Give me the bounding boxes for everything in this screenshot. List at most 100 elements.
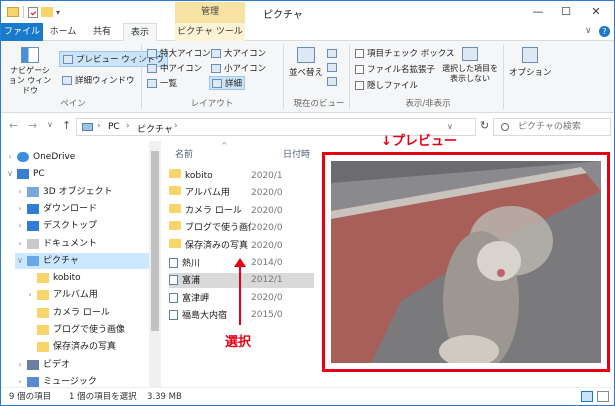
options-button[interactable]: オプション — [509, 47, 552, 78]
folder-row[interactable]: アルバム用 2020/0 — [169, 186, 314, 201]
nav-item[interactable]: ∨ PC — [5, 166, 45, 182]
column-header-name[interactable]: 名前 — [175, 147, 193, 160]
nav-item[interactable]: kobito — [25, 270, 81, 286]
preview-annotation: ↓プレビュー — [381, 134, 457, 149]
file-row[interactable]: 富浦 2012/1 — [169, 273, 314, 289]
add-columns-icon[interactable] — [327, 63, 337, 72]
folder-icon — [169, 221, 181, 231]
hide-selected-icon — [462, 47, 478, 61]
nav-item[interactable]: › ビデオ — [15, 357, 70, 373]
hidden-files-label: 隠しファイル — [367, 81, 419, 91]
large-icons-button[interactable]: 大アイコン — [211, 47, 266, 59]
list-view-button[interactable]: 一覧 — [147, 77, 177, 89]
new-folder-icon[interactable] — [41, 7, 53, 17]
up-button[interactable]: ↑ — [62, 119, 71, 132]
status-bar: 9 個の項目 1 個の項目を選択 3.39 MB — [1, 387, 614, 405]
expand-icon[interactable]: ∨ — [5, 166, 15, 182]
breadcrumb-pictures[interactable]: ピクチャ — [137, 122, 173, 135]
expand-icon[interactable]: › — [15, 236, 25, 252]
search-input[interactable]: ピクチャの検索 — [493, 118, 611, 136]
nav-item[interactable]: › OneDrive — [5, 149, 75, 165]
nav-item[interactable]: 保存済みの写真 — [25, 339, 116, 355]
forward-button[interactable]: → — [28, 119, 37, 132]
expand-icon[interactable]: › — [15, 184, 25, 200]
hidden-files-toggle[interactable]: 隠しファイル — [355, 79, 418, 91]
nav-scrollbar-thumb[interactable] — [151, 151, 159, 331]
maximize-button[interactable]: ☐ — [557, 5, 575, 19]
qat-dropdown-icon[interactable]: ▾ — [56, 8, 60, 17]
tab-view[interactable]: 表示 — [123, 23, 157, 42]
file-name-cell: kobito — [169, 169, 251, 184]
refresh-button[interactable]: ↻ — [480, 119, 489, 132]
size-columns-icon[interactable] — [327, 77, 337, 86]
nav-item[interactable]: ブログで使う画像 — [25, 322, 125, 338]
group-by-icon[interactable] — [327, 49, 337, 58]
nav-item[interactable]: › アルバム用 — [25, 287, 98, 303]
medium-icons-button[interactable]: 中アイコン — [147, 62, 202, 74]
expand-icon[interactable]: › — [25, 287, 35, 303]
details-pane-label: 詳細ウィンドウ — [75, 76, 135, 86]
file-row[interactable]: 福島大内宿 2015/0 — [169, 308, 314, 323]
help-icon[interactable]: ? — [599, 26, 610, 37]
details-view-label: 詳細 — [225, 79, 243, 89]
breadcrumb-pc[interactable]: PC — [108, 122, 120, 132]
small-icons-icon — [211, 63, 221, 73]
sort-button[interactable]: 並べ替え — [289, 47, 323, 78]
small-icons-button[interactable]: 小アイコン — [211, 62, 266, 74]
expand-icon[interactable]: › — [15, 357, 25, 373]
select-arrow-head — [234, 258, 246, 267]
tab-file[interactable]: ファイル — [1, 23, 43, 41]
expand-icon[interactable]: › — [15, 201, 25, 217]
nav-item-label: ピクチャ — [43, 255, 79, 266]
checkbox-icon — [355, 64, 364, 74]
folder-row[interactable]: kobito 2020/1 — [169, 169, 314, 184]
details-view-toggle[interactable] — [581, 391, 593, 402]
nav-item[interactable]: › ドキュメント — [15, 236, 97, 252]
tab-home[interactable]: ホーム — [45, 23, 81, 41]
nav-item[interactable]: ∨ ピクチャ — [15, 252, 149, 269]
medium-icons-label: 中アイコン — [160, 64, 203, 74]
explorer-icon — [7, 7, 19, 17]
details-pane-button[interactable]: 詳細ウィンドウ — [62, 74, 135, 86]
back-button[interactable]: ← — [9, 119, 18, 132]
folder-row[interactable]: ブログで使う画像 2020/0 — [169, 221, 314, 236]
expand-icon[interactable]: ∨ — [15, 253, 25, 269]
preview-pane — [322, 152, 610, 372]
column-header-date[interactable]: 日付時 — [283, 147, 310, 160]
item-checkbox-toggle[interactable]: 項目チェック ボックス — [355, 47, 454, 59]
nav-item[interactable]: カメラ ロール — [25, 305, 110, 321]
folder-icon — [169, 169, 181, 178]
nav-item[interactable]: › 3D オブジェクト — [15, 184, 113, 200]
expand-icon[interactable]: › — [5, 149, 15, 165]
nav-item[interactable]: › ダウンロード — [15, 201, 97, 217]
file-name-cell: アルバム用 — [169, 186, 251, 201]
close-button[interactable]: ✕ — [587, 5, 605, 19]
file-row[interactable]: 富津岬 2020/0 — [169, 291, 314, 306]
navigation-pane-button[interactable]: ナビゲーション ウィンドウ — [7, 47, 53, 96]
sort-label: 並べ替え — [289, 68, 324, 78]
nav-item-label: OneDrive — [33, 152, 76, 162]
checkbox-icon — [355, 80, 364, 90]
collapse-ribbon-icon[interactable]: ∨ — [585, 26, 592, 36]
folder-row[interactable]: カメラ ロール 2020/0 — [169, 203, 314, 219]
context-tab-manage: 管理 — [175, 2, 245, 23]
folder-row[interactable]: 保存済みの写真 2020/0 — [169, 238, 314, 254]
expand-icon[interactable]: › — [15, 218, 25, 234]
ribbon-separator — [141, 45, 142, 109]
file-date: 2020/0 — [251, 223, 283, 234]
tab-picture-tools[interactable]: ピクチャ ツール — [175, 23, 245, 41]
nav-item-label: デスクトップ — [43, 221, 98, 232]
folder-icon — [169, 238, 181, 248]
file-extension-toggle[interactable]: ファイル名拡張子 — [355, 63, 435, 75]
details-view-button[interactable]: 詳細 — [209, 76, 246, 90]
tab-share[interactable]: 共有 — [85, 23, 119, 41]
properties-icon[interactable] — [28, 6, 38, 18]
minimize-button[interactable]: — — [529, 5, 547, 19]
large-icons-toggle[interactable] — [597, 391, 609, 402]
hide-selected-button[interactable]: 選択した項目を 表示しない — [441, 47, 499, 84]
recent-locations-button[interactable]: ∨ — [47, 120, 53, 129]
navigation-pane-label: ナビゲーション ウィンドウ — [8, 66, 52, 95]
xl-icons-button[interactable]: 特大アイコン — [147, 47, 211, 59]
nav-item[interactable]: › デスクトップ — [15, 218, 97, 234]
list-view-icon — [147, 78, 157, 88]
